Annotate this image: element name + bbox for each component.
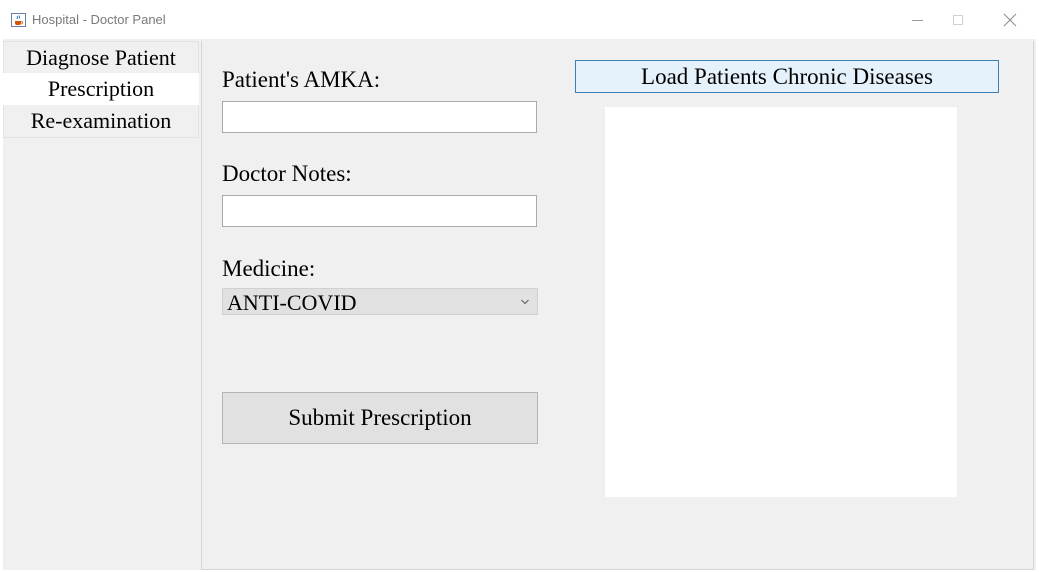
title-bar: Hospital - Doctor Panel — [0, 0, 1039, 40]
tab-re-examination[interactable]: Re-examination — [3, 105, 199, 138]
java-cup-icon — [11, 13, 26, 27]
chevron-down-icon — [521, 299, 529, 305]
medicine-select[interactable]: ANTI-COVID — [222, 288, 538, 315]
window-title: Hospital - Doctor Panel — [32, 12, 166, 27]
amka-label: Patient's AMKA: — [222, 67, 381, 92]
submit-prescription-button[interactable]: Submit Prescription — [222, 392, 538, 444]
medicine-label: Medicine: — [222, 256, 316, 281]
medicine-selected-value: ANTI-COVID — [227, 290, 357, 315]
amka-input[interactable] — [222, 101, 537, 133]
tab-strip: Diagnose Patient Prescription Re-examina… — [3, 41, 199, 138]
doctor-notes-label: Doctor Notes: — [222, 161, 352, 186]
load-chronic-diseases-button[interactable]: Load Patients Chronic Diseases — [575, 60, 999, 93]
tab-diagnose-patient[interactable]: Diagnose Patient — [3, 41, 199, 73]
chronic-diseases-list[interactable] — [605, 107, 957, 497]
minimize-icon[interactable] — [906, 8, 930, 32]
doctor-notes-input[interactable] — [222, 195, 537, 227]
maximize-icon[interactable] — [946, 8, 970, 32]
close-icon[interactable] — [998, 8, 1022, 32]
tab-prescription[interactable]: Prescription — [3, 73, 199, 105]
